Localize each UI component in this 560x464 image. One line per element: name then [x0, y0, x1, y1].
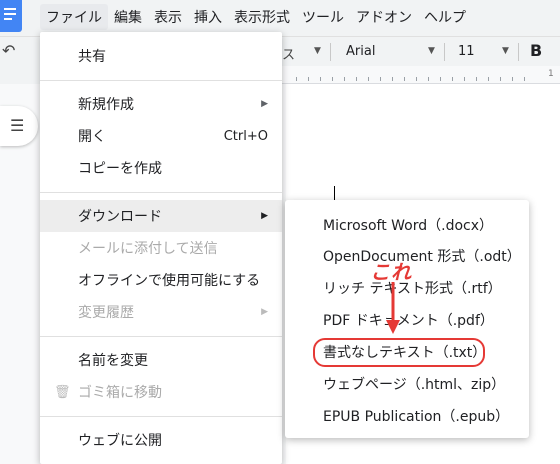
ruler-tick: [512, 77, 513, 81]
ruler-tick: [416, 77, 417, 81]
toolbar-divider: [518, 43, 519, 61]
chevron-right-icon: ▶: [261, 99, 268, 109]
chevron-down-icon[interactable]: ▼: [502, 46, 509, 56]
download-pdf[interactable]: PDF ドキュメント（.pdf）: [323, 310, 494, 330]
ruler-tick: [524, 77, 525, 81]
trash-icon: 🗑: [54, 384, 71, 400]
ruler-tick: [452, 77, 453, 81]
font-family-select[interactable]: Arial: [346, 44, 375, 59]
bold-button[interactable]: B: [530, 41, 542, 60]
menu-item-label: 変更履歴: [78, 305, 134, 321]
menu-item-email-attachment: メールに添付して送信: [40, 232, 282, 264]
chevron-down-icon[interactable]: ▼: [428, 46, 435, 56]
ruler-tick: [356, 77, 357, 81]
ruler-tick: [440, 77, 441, 81]
menu-item-label: 新規作成: [78, 97, 134, 113]
menu-view[interactable]: 表示: [148, 4, 188, 30]
paragraph-style-select[interactable]: ス: [282, 44, 295, 63]
menu-item-label: 開く: [78, 129, 106, 145]
menu-item-make-copy[interactable]: コピーを作成: [40, 152, 282, 184]
menu-item-label: ダウンロード: [78, 209, 162, 225]
menu-format[interactable]: 表示形式: [228, 4, 296, 30]
download-odt[interactable]: OpenDocument 形式（.odt）: [323, 246, 521, 266]
list-icon: ☰: [10, 116, 25, 135]
ruler-tick: [308, 77, 309, 81]
menu-addons[interactable]: アドオン: [350, 4, 418, 30]
menu-item-new[interactable]: 新規作成 ▶: [40, 88, 282, 120]
menu-bar: ファイル 編集 表示 挿入 表示形式 ツール アドオン ヘルプ: [40, 4, 472, 30]
shortcut-label: Ctrl+O: [223, 128, 268, 144]
menu-file[interactable]: ファイル: [40, 4, 108, 30]
download-docx[interactable]: Microsoft Word（.docx）: [323, 215, 493, 235]
toolbar-divider: [330, 43, 331, 61]
menu-tools[interactable]: ツール: [296, 4, 350, 30]
ruler-tick: [380, 77, 381, 81]
menu-item-version-history: 変更履歴 ▶: [40, 296, 282, 328]
menu-divider: [40, 80, 282, 81]
ruler-tick: [344, 77, 345, 81]
menu-item-label: 名前を変更: [78, 353, 148, 369]
ruler-tick: [500, 77, 501, 81]
menu-item-label: 共有: [78, 49, 106, 65]
google-docs-window: ファイル 編集 表示 挿入 表示形式 ツール アドオン ヘルプ ↶ ス ▼ Ar…: [0, 0, 560, 464]
ruler-tick: [320, 77, 321, 81]
menu-help[interactable]: ヘルプ: [418, 4, 472, 30]
menu-divider: [40, 416, 282, 417]
annotation-highlight-box: [313, 338, 485, 367]
menu-item-publish[interactable]: ウェブに公開: [40, 424, 282, 456]
ruler-tick: [368, 77, 369, 81]
chevron-down-icon[interactable]: ▼: [314, 46, 321, 56]
ruler-tick: [476, 77, 477, 81]
menu-item-offline[interactable]: オフラインで使用可能にする: [40, 264, 282, 296]
menu-divider: [40, 336, 282, 337]
menu-edit[interactable]: 編集: [108, 4, 148, 30]
ruler-tick: [428, 77, 429, 81]
annotation-text: これ: [370, 260, 412, 284]
font-size-select[interactable]: 11: [458, 44, 475, 59]
docs-logo-icon[interactable]: [0, 0, 22, 32]
file-menu: 共有 新規作成 ▶ 開く Ctrl+O コピーを作成 ダウンロード ▶ メールに…: [40, 32, 282, 464]
menu-item-rename[interactable]: 名前を変更: [40, 344, 282, 376]
chevron-right-icon: ▶: [261, 307, 268, 317]
ruler-tick: [296, 77, 297, 81]
menu-item-label: コピーを作成: [78, 161, 162, 177]
chevron-right-icon: ▶: [261, 211, 268, 221]
ruler-number: 1: [548, 69, 554, 79]
ruler-tick: [332, 77, 333, 81]
menu-item-share[interactable]: 共有: [40, 40, 282, 72]
menu-insert[interactable]: 挿入: [188, 4, 228, 30]
menu-item-label: メールに添付して送信: [78, 241, 218, 257]
download-html-zip[interactable]: ウェブページ（.html、zip）: [323, 374, 505, 394]
download-rtf[interactable]: リッチ テキスト形式（.rtf）: [323, 278, 502, 298]
menu-item-open[interactable]: 開く Ctrl+O: [40, 120, 282, 152]
ruler-tick: [488, 77, 489, 81]
ruler-tick: [404, 77, 405, 81]
ruler-tick: [464, 77, 465, 81]
menu-divider: [40, 192, 282, 193]
menu-item-move-to-trash: 🗑 ゴミ箱に移動: [40, 376, 282, 408]
menu-item-label: オフラインで使用可能にする: [78, 273, 261, 289]
menu-item-label: ゴミ箱に移動: [78, 385, 162, 401]
ruler-tick: [392, 77, 393, 81]
menu-item-download[interactable]: ダウンロード ▶: [40, 200, 282, 232]
toolbar-divider: [444, 43, 445, 61]
download-epub[interactable]: EPUB Publication（.epub）: [323, 406, 509, 426]
menu-item-label: ウェブに公開: [78, 433, 162, 449]
download-submenu: Microsoft Word（.docx） OpenDocument 形式（.o…: [285, 200, 529, 438]
undo-icon[interactable]: ↶: [2, 41, 15, 60]
